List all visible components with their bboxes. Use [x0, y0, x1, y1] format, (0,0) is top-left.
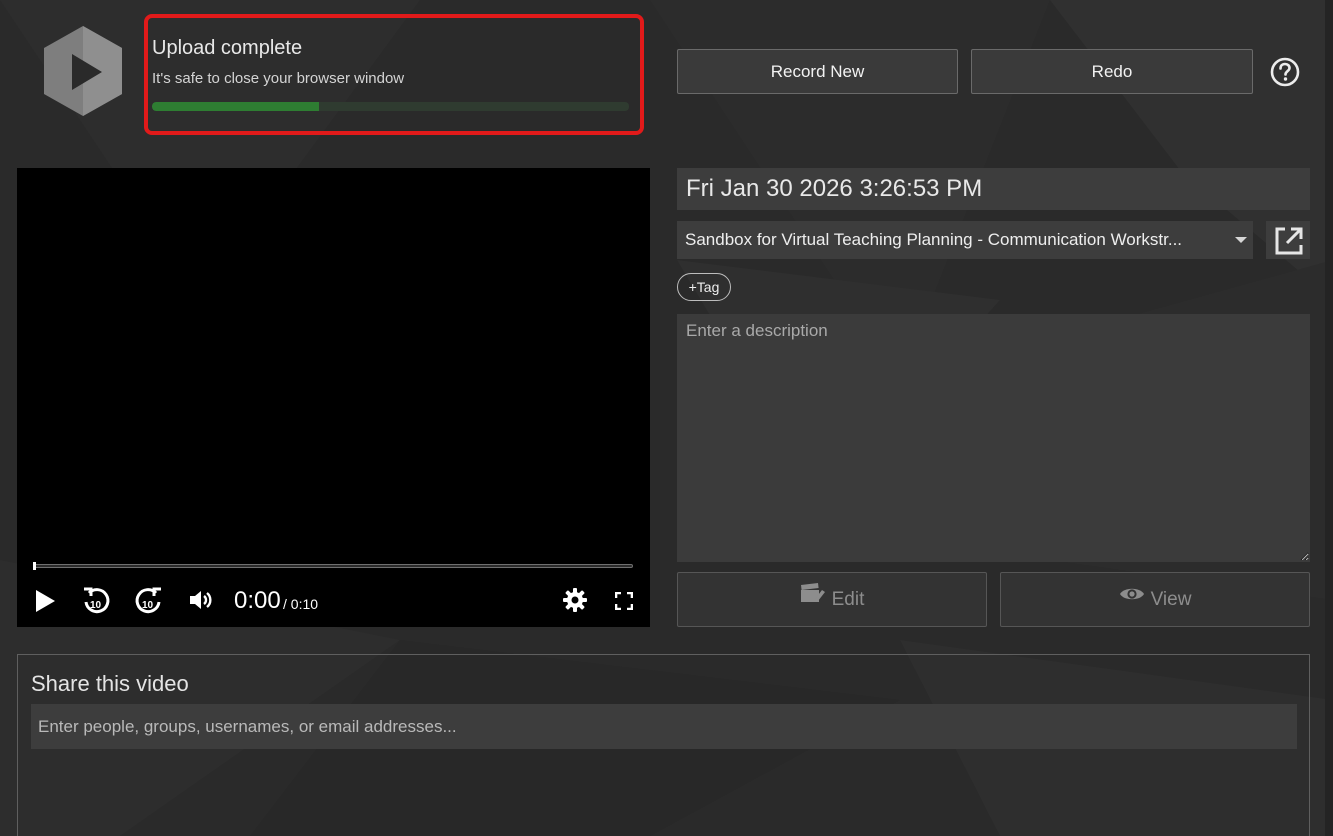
description-field[interactable] [677, 314, 1310, 562]
volume-icon[interactable] [188, 589, 214, 616]
view-button[interactable]: View [1000, 572, 1310, 627]
folder-select-value: Sandbox for Virtual Teaching Planning - … [685, 230, 1183, 249]
add-tag-button[interactable]: +Tag [677, 273, 731, 301]
share-title: Share this video [31, 671, 189, 696]
total-time: / 0:10 [283, 596, 319, 612]
redo-button[interactable]: Redo [971, 49, 1253, 94]
edit-button[interactable]: Edit [677, 572, 987, 627]
rewind-10-icon[interactable]: 10 [81, 584, 111, 621]
chevron-down-icon [1235, 237, 1247, 243]
current-time: 0:00 [234, 587, 281, 614]
upload-status-title: Upload complete [152, 37, 303, 59]
share-recipients-input[interactable] [31, 704, 1297, 749]
open-external-icon[interactable] [1266, 221, 1310, 259]
eye-icon [1119, 571, 1145, 624]
seek-bar[interactable] [34, 564, 633, 568]
folder-select[interactable]: Sandbox for Virtual Teaching Planning - … [677, 221, 1253, 259]
gear-icon[interactable] [563, 588, 587, 617]
view-button-label: View [1150, 589, 1192, 610]
upload-status-subtitle: It's safe to close your browser window [152, 70, 405, 87]
upload-progress-bar [152, 102, 629, 111]
video-player[interactable]: 10 10 0:00 / 0:10 [17, 168, 650, 627]
fullscreen-icon[interactable] [614, 591, 634, 615]
clapperboard-icon [800, 571, 826, 624]
forward-10-icon[interactable]: 10 [134, 584, 164, 621]
video-title-field[interactable]: Fri Jan 30 2026 3:26:53 PM [677, 168, 1310, 210]
play-icon[interactable] [33, 588, 57, 619]
svg-text:10: 10 [90, 600, 102, 611]
help-circle-icon[interactable] [1269, 56, 1301, 88]
upload-progress-fill [152, 102, 319, 111]
app-logo [38, 22, 128, 120]
upload-status-panel: Upload complete It's safe to close your … [144, 14, 644, 135]
svg-text:10: 10 [142, 600, 154, 611]
seek-thumb[interactable] [33, 562, 36, 570]
record-new-button[interactable]: Record New [677, 49, 958, 94]
page-scrollbar[interactable] [1325, 0, 1333, 836]
edit-button-label: Edit [831, 589, 865, 610]
share-panel: Share this video [17, 654, 1310, 836]
